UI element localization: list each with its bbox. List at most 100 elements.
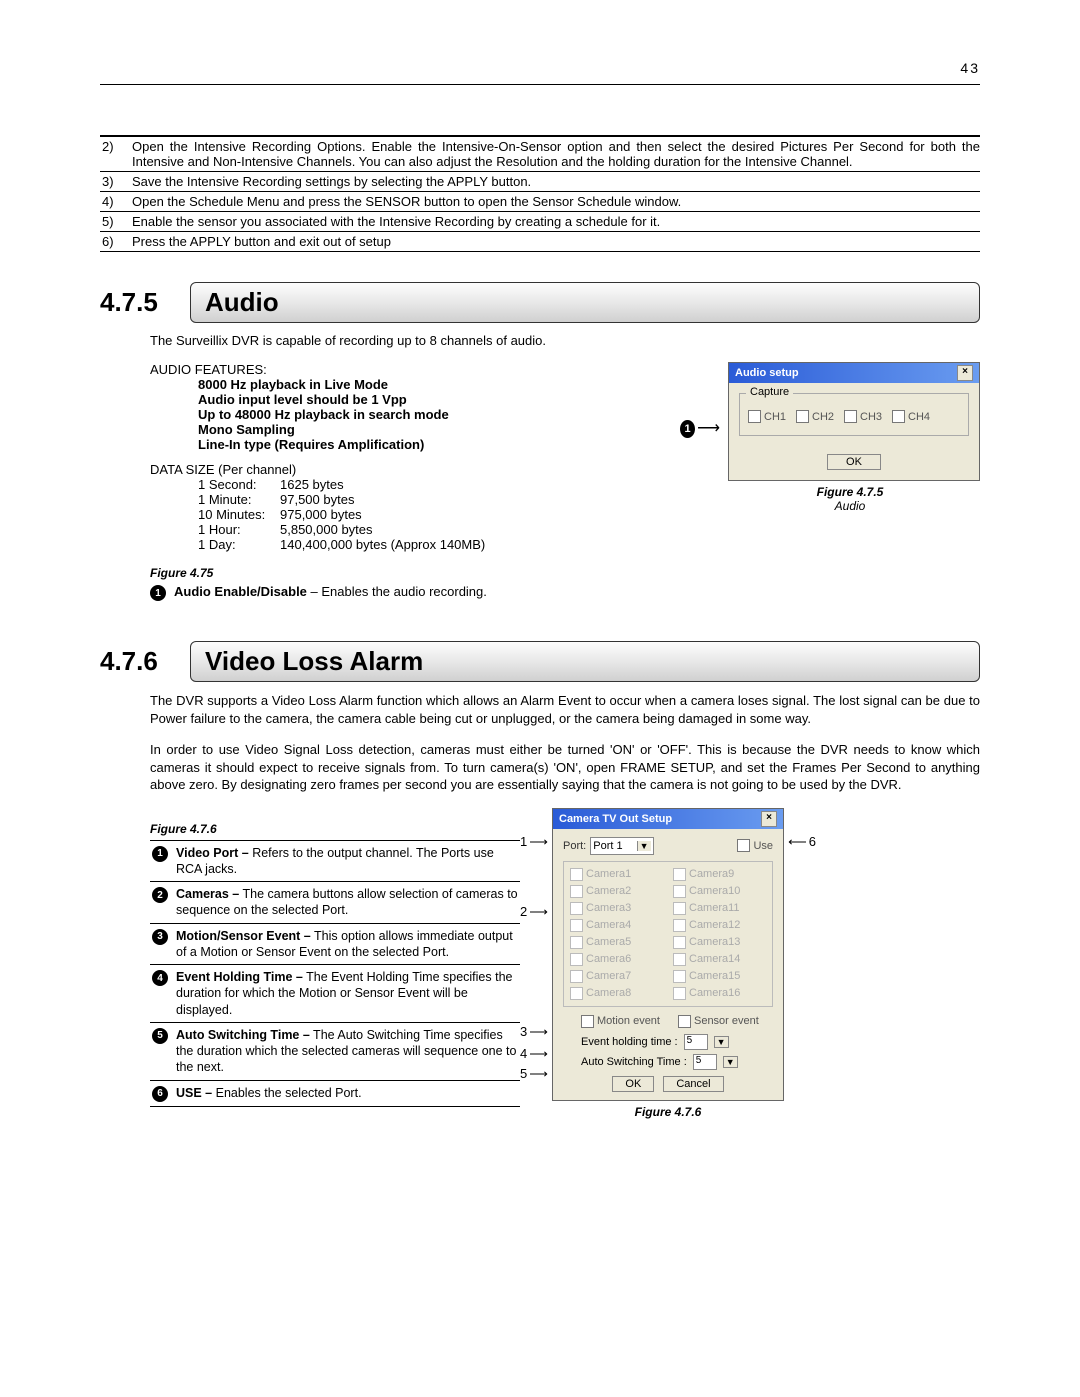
- port-label: Port:: [563, 840, 586, 852]
- chevron-down-icon[interactable]: ▼: [723, 1056, 738, 1068]
- step-text: Open the Schedule Menu and press the SEN…: [132, 194, 980, 209]
- para-476-2: In order to use Video Signal Loss detect…: [150, 741, 980, 794]
- camera-checkbox[interactable]: Camera6: [570, 953, 663, 966]
- checkbox-label: Camera10: [689, 885, 740, 897]
- checkbox-label: Camera5: [586, 936, 631, 948]
- step-num: 2): [100, 139, 132, 169]
- camera-checkbox[interactable]: Camera8: [570, 987, 663, 1000]
- checkbox-icon: [673, 970, 686, 983]
- motion-event-checkbox[interactable]: Motion event: [581, 1015, 660, 1028]
- section-title: Audio: [190, 282, 980, 323]
- checkbox-icon: [678, 1015, 691, 1028]
- figure-label-475-left: Figure 4.75: [150, 566, 980, 580]
- arrow-right-icon: ⟶: [529, 1024, 548, 1040]
- ok-button[interactable]: OK: [827, 454, 881, 470]
- features-heading: AUDIO FEATURES:: [150, 362, 680, 377]
- camera-checkbox[interactable]: Camera15: [673, 970, 766, 983]
- ast-input[interactable]: 5: [693, 1054, 717, 1070]
- tv-callouts-right: ⟵ 6: [788, 808, 816, 1119]
- checkbox-icon: [673, 885, 686, 898]
- callout-bullet-icon: 1: [150, 585, 166, 601]
- data-size-heading: DATA SIZE (Per channel): [150, 462, 680, 477]
- eht-input[interactable]: 5: [684, 1034, 708, 1050]
- chevron-down-icon[interactable]: ▼: [714, 1036, 729, 1048]
- step-text: Open the Intensive Recording Options. En…: [132, 139, 980, 169]
- camera-checkbox[interactable]: Camera2: [570, 885, 663, 898]
- camera-checkbox[interactable]: Camera5: [570, 936, 663, 949]
- checkbox-label: Camera6: [586, 953, 631, 965]
- checkbox-icon: [892, 410, 905, 423]
- checkbox-label: Camera16: [689, 987, 740, 999]
- checkbox-label: Camera14: [689, 953, 740, 965]
- channel-checkbox[interactable]: CH1: [748, 410, 786, 423]
- checkbox-icon: [748, 410, 761, 423]
- camera-grid: Camera1 Camera9 Camera2 Camera10 Camera3…: [563, 861, 773, 1007]
- port-select[interactable]: Port 1 ▼: [590, 837, 653, 855]
- checkbox-label: Camera1: [586, 868, 631, 880]
- step-text: Save the Intensive Recording settings by…: [132, 174, 980, 189]
- step-text: Press the APPLY button and exit out of s…: [132, 234, 980, 249]
- camera-checkbox[interactable]: Camera1: [570, 868, 663, 881]
- channel-checkbox[interactable]: CH4: [892, 410, 930, 423]
- camera-checkbox[interactable]: Camera16: [673, 987, 766, 1000]
- feature-item: Line-In type (Requires Amplification): [198, 437, 680, 452]
- checkbox-label: CH2: [812, 411, 834, 423]
- section-heading-475: 4.7.5 Audio: [100, 282, 980, 323]
- figure-sub-475: Audio: [720, 499, 980, 513]
- camera-checkbox[interactable]: Camera9: [673, 868, 766, 881]
- ok-button[interactable]: OK: [612, 1076, 654, 1092]
- feature-item: Mono Sampling: [198, 422, 680, 437]
- camera-checkbox[interactable]: Camera14: [673, 953, 766, 966]
- desc-bold: Event Holding Time –: [176, 970, 303, 984]
- checkbox-label: Motion event: [597, 1015, 660, 1027]
- data-size-rows: 1 Second:1625 bytes 1 Minute:97,500 byte…: [150, 477, 680, 552]
- cancel-button[interactable]: Cancel: [663, 1076, 723, 1092]
- checkbox-label: Camera13: [689, 936, 740, 948]
- section-number: 4.7.6: [100, 646, 190, 677]
- callout-bullet-icon: 6: [809, 834, 816, 849]
- sensor-event-checkbox[interactable]: Sensor event: [678, 1015, 759, 1028]
- step-text: Enable the sensor you associated with th…: [132, 214, 980, 229]
- step-row: 4) Open the Schedule Menu and press the …: [100, 192, 980, 212]
- checkbox-label: Camera15: [689, 970, 740, 982]
- camera-checkbox[interactable]: Camera3: [570, 902, 663, 915]
- checkbox-icon: [570, 919, 583, 932]
- callout-bullet-icon: 6: [152, 1086, 168, 1102]
- checkbox-icon: [673, 987, 686, 1000]
- figure-caption-475: Figure 4.7.5: [720, 485, 980, 499]
- feature-item: Up to 48000 Hz playback in search mode: [198, 407, 680, 422]
- channel-checkbox[interactable]: CH3: [844, 410, 882, 423]
- checkbox-icon: [673, 868, 686, 881]
- close-icon[interactable]: ×: [957, 365, 973, 381]
- feature-item: Audio input level should be 1 Vpp: [198, 392, 680, 407]
- camera-checkbox[interactable]: Camera4: [570, 919, 663, 932]
- audio-setup-dialog: Audio setup × Capture CH1 CH2 CH3 CH4 OK: [728, 362, 980, 481]
- section-number: 4.7.5: [100, 287, 190, 318]
- checkbox-icon: [570, 970, 583, 983]
- camera-checkbox[interactable]: Camera11: [673, 902, 766, 915]
- close-icon[interactable]: ×: [761, 811, 777, 827]
- checkbox-icon: [570, 987, 583, 1000]
- group-label: Capture: [746, 386, 793, 398]
- use-checkbox[interactable]: Use: [737, 839, 773, 852]
- camera-checkbox[interactable]: Camera10: [673, 885, 766, 898]
- ds-value: 5,850,000 bytes: [280, 522, 373, 537]
- callout-bullet-icon: 4: [152, 970, 168, 986]
- ds-label: 1 Day:: [198, 537, 280, 552]
- figure-label-476-left: Figure 4.7.6: [150, 822, 520, 836]
- desc-row: 2Cameras – The camera buttons allow sele…: [150, 882, 520, 924]
- step-row: 5) Enable the sensor you associated with…: [100, 212, 980, 232]
- camera-checkbox[interactable]: Camera7: [570, 970, 663, 983]
- camera-checkbox[interactable]: Camera13: [673, 936, 766, 949]
- para-476-1: The DVR supports a Video Loss Alarm func…: [150, 692, 980, 727]
- ds-label: 1 Second:: [198, 477, 280, 492]
- camera-checkbox[interactable]: Camera12: [673, 919, 766, 932]
- checkbox-icon: [796, 410, 809, 423]
- ds-value: 1625 bytes: [280, 477, 344, 492]
- desc-row: 5Auto Switching Time – The Auto Switchin…: [150, 1023, 520, 1081]
- step-row: 6) Press the APPLY button and exit out o…: [100, 232, 980, 251]
- desc-bold: Cameras –: [176, 887, 239, 901]
- dialog-title: Audio setup: [735, 367, 799, 379]
- channel-checkbox[interactable]: CH2: [796, 410, 834, 423]
- tvout-dialog: Camera TV Out Setup × Port: Port 1 ▼ Use: [552, 808, 784, 1101]
